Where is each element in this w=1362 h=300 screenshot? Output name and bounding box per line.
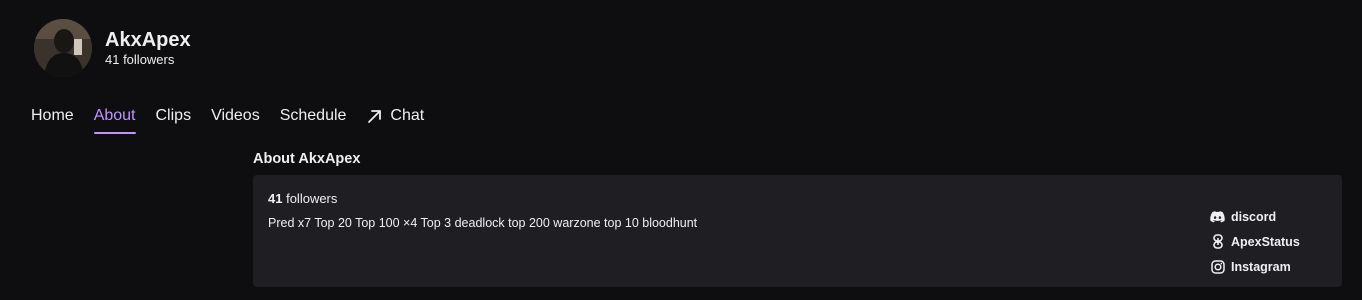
social-link-discord[interactable]: discord xyxy=(1210,204,1300,229)
social-links: discord ApexStatus Instagram xyxy=(1210,204,1300,279)
about-panel: 41 followers Pred x7 Top 20 Top 100 ×4 T… xyxy=(253,175,1342,287)
panel-follower-label: followers xyxy=(286,191,338,206)
channel-tabs: Home About Clips Videos Schedule Chat xyxy=(31,106,444,134)
avatar[interactable] xyxy=(34,19,92,77)
panel-followers: 41 followers xyxy=(268,191,337,206)
tab-clips[interactable]: Clips xyxy=(156,106,192,134)
social-link-label: Instagram xyxy=(1231,259,1291,274)
social-link-label: discord xyxy=(1231,209,1277,224)
tab-chat-label: Chat xyxy=(390,107,425,124)
channel-header: AkxApex 41 followers xyxy=(34,19,191,77)
follower-count: 41 followers xyxy=(105,52,175,67)
tab-home[interactable]: Home xyxy=(31,106,74,134)
about-title: About AkxApex xyxy=(253,151,361,167)
bio-text: Pred x7 Top 20 Top 100 ×4 Top 3 deadlock… xyxy=(268,216,698,230)
tab-schedule[interactable]: Schedule xyxy=(280,106,347,134)
link-icon xyxy=(1210,234,1225,249)
channel-name[interactable]: AkxApex xyxy=(105,29,191,51)
tab-chat[interactable]: Chat xyxy=(366,106,424,134)
tab-about[interactable]: About xyxy=(93,106,136,134)
social-link-label: ApexStatus xyxy=(1231,234,1300,249)
social-link-apexstatus[interactable]: ApexStatus xyxy=(1210,229,1300,254)
instagram-icon xyxy=(1210,259,1225,274)
tab-videos[interactable]: Videos xyxy=(211,106,260,134)
panel-follower-count: 41 xyxy=(268,191,283,206)
arrow-up-right-icon xyxy=(368,109,382,123)
social-link-instagram[interactable]: Instagram xyxy=(1210,254,1300,279)
discord-icon xyxy=(1210,209,1225,224)
